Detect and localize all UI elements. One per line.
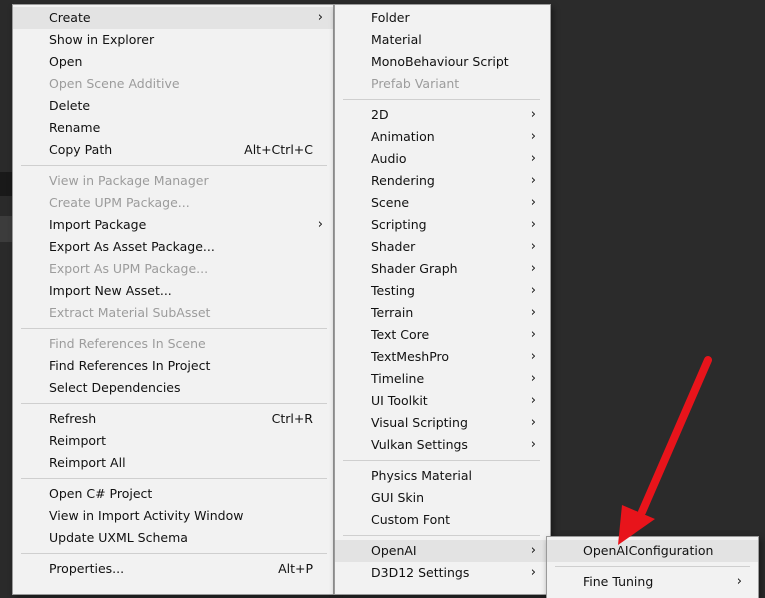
red-arrow-icon bbox=[618, 356, 712, 545]
